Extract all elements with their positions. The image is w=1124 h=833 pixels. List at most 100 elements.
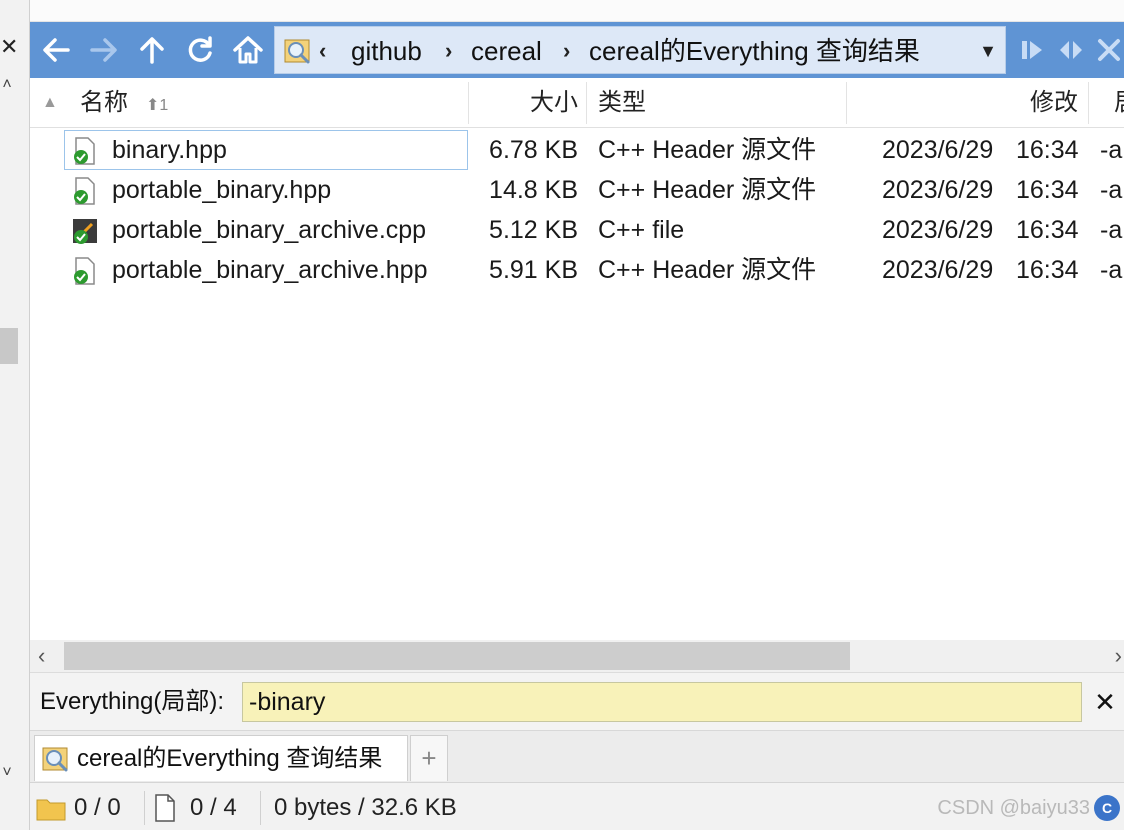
scroll-left-icon[interactable]: ‹: [38, 640, 45, 672]
status-divider: [260, 791, 261, 825]
arrow-left-icon: [43, 38, 70, 62]
column-header-attributes[interactable]: 居: [1114, 78, 1124, 128]
file-attributes: -a: [1100, 136, 1123, 164]
breadcrumb-item-github[interactable]: github: [351, 35, 422, 67]
file-type: C++ Header 源文件: [598, 256, 817, 284]
header-file-icon: [74, 137, 95, 165]
up-button[interactable]: [132, 30, 172, 70]
file-date: 2023/6/29: [882, 176, 994, 204]
file-row[interactable]: portable_binary.hpp 14.8 KB C++ Header 源…: [30, 170, 1124, 210]
column-header-name[interactable]: 名称 ⬆1: [80, 78, 168, 128]
file-size: 5.91 KB: [489, 256, 578, 284]
forward-button[interactable]: [84, 30, 124, 70]
file-size: 5.12 KB: [489, 216, 578, 244]
column-divider[interactable]: [1088, 82, 1089, 124]
close-icon[interactable]: ✕: [1090, 673, 1120, 731]
add-tab-button[interactable]: +: [410, 735, 448, 781]
refresh-button[interactable]: [180, 30, 220, 70]
file-type: C++ Header 源文件: [598, 176, 817, 204]
arrow-up-icon: [140, 37, 164, 64]
breadcrumb-chevron-icon[interactable]: ‹: [319, 35, 326, 67]
breadcrumb-separator-icon[interactable]: ›: [445, 35, 452, 67]
file-time: 16:34: [1016, 176, 1079, 204]
folder-count: 0 / 0: [74, 794, 121, 821]
scrollbar-thumb[interactable]: [64, 642, 850, 670]
watermark: CSDN @baiyu33: [937, 797, 1090, 819]
size-summary: 0 bytes / 32.6 KB: [274, 794, 457, 821]
file-name: portable_binary_archive.hpp: [112, 256, 428, 284]
sort-indicator: ⬆1: [146, 97, 169, 114]
file-attributes: -a: [1100, 216, 1123, 244]
header-file-icon: [74, 257, 95, 285]
refresh-icon: [188, 36, 212, 62]
chevron-down-icon[interactable]: ▼: [979, 35, 997, 67]
file-time: 16:34: [1016, 136, 1079, 164]
split-view-button[interactable]: [1054, 30, 1088, 70]
file-icon: [155, 794, 175, 822]
search-folder-icon: [42, 747, 68, 772]
column-divider[interactable]: [468, 82, 469, 124]
left-pane-strip: ✕ ˄ ˅: [0, 0, 30, 830]
tab-label: cereal的Everything 查询结果: [77, 745, 383, 772]
folder-icon: [36, 799, 66, 821]
arrow-right-icon: [90, 38, 117, 62]
cpp-file-icon: [73, 219, 97, 244]
breadcrumb-item-cereal[interactable]: cereal: [471, 35, 542, 67]
file-time: 16:34: [1016, 216, 1079, 244]
file-size: 14.8 KB: [489, 176, 578, 204]
file-attributes: -a: [1100, 176, 1123, 204]
file-row[interactable]: binary.hpp 6.78 KB C++ Header 源文件 2023/6…: [30, 130, 1124, 170]
filter-label: Everything(局部):: [40, 688, 225, 715]
column-header-modified[interactable]: 修改: [850, 78, 1078, 128]
csdn-logo-icon: C: [1094, 795, 1120, 821]
close-icon[interactable]: ✕: [0, 34, 18, 60]
file-type: C++ Header 源文件: [598, 136, 817, 164]
file-count: 0 / 4: [190, 794, 237, 821]
scroll-right-icon[interactable]: ›: [1115, 640, 1122, 672]
home-button[interactable]: [228, 30, 268, 70]
breadcrumb-separator-icon[interactable]: ›: [563, 35, 570, 67]
file-type: C++ file: [598, 216, 685, 244]
close-icon: [1098, 39, 1120, 61]
scroll-up-icon[interactable]: ˄: [0, 76, 14, 94]
file-size: 6.78 KB: [489, 136, 578, 164]
sidebar-toggle-icon: [1022, 41, 1042, 59]
file-attributes: -a: [1100, 256, 1123, 284]
toolbar: ‹ github › cereal › cereal的Everything 查询…: [30, 22, 1124, 78]
back-button[interactable]: [36, 30, 76, 70]
column-divider[interactable]: [846, 82, 847, 124]
tab-bar: cereal的Everything 查询结果 +: [30, 730, 1124, 782]
collapse-icon[interactable]: ▲: [42, 78, 58, 128]
pane-toggle-button[interactable]: [1016, 30, 1050, 70]
filter-input[interactable]: [242, 682, 1082, 722]
split-view-icon: [1060, 41, 1082, 59]
status-divider: [144, 791, 145, 825]
file-date: 2023/6/29: [882, 136, 994, 164]
file-date: 2023/6/29: [882, 216, 994, 244]
header-file-icon: [74, 177, 95, 205]
tab-search-results[interactable]: cereal的Everything 查询结果: [34, 735, 408, 781]
filter-bar: Everything(局部): ✕: [30, 672, 1124, 730]
horizontal-scrollbar[interactable]: ‹ ›: [30, 640, 1124, 672]
left-scrollbar-thumb[interactable]: [0, 328, 18, 364]
column-header-row: ▲ 名称 ⬆1 大小 类型 修改 居: [30, 78, 1124, 128]
file-row[interactable]: portable_binary_archive.hpp 5.91 KB C++ …: [30, 250, 1124, 290]
column-header-size[interactable]: 大小: [470, 78, 578, 128]
file-row[interactable]: portable_binary_archive.cpp 5.12 KB C++ …: [30, 210, 1124, 250]
search-folder-icon: [284, 39, 310, 64]
window-top-edge: [30, 0, 1124, 22]
breadcrumb-item-current[interactable]: cereal的Everything 查询结果: [589, 35, 920, 67]
column-header-type[interactable]: 类型: [598, 78, 646, 128]
file-name: portable_binary.hpp: [112, 176, 332, 204]
column-divider[interactable]: [586, 82, 587, 124]
home-icon: [233, 36, 263, 64]
file-time: 16:34: [1016, 256, 1079, 284]
address-bar[interactable]: ‹ github › cereal › cereal的Everything 查询…: [274, 26, 1006, 74]
scroll-down-icon[interactable]: ˅: [0, 764, 14, 782]
column-name-label: 名称: [80, 89, 128, 116]
file-name: portable_binary_archive.cpp: [112, 216, 427, 244]
status-bar: 0 / 0 0 / 4 0 bytes / 32.6 KB CSDN @baiy…: [30, 782, 1124, 830]
file-name: binary.hpp: [112, 136, 227, 164]
file-date: 2023/6/29: [882, 256, 994, 284]
close-pane-button[interactable]: [1094, 30, 1124, 70]
